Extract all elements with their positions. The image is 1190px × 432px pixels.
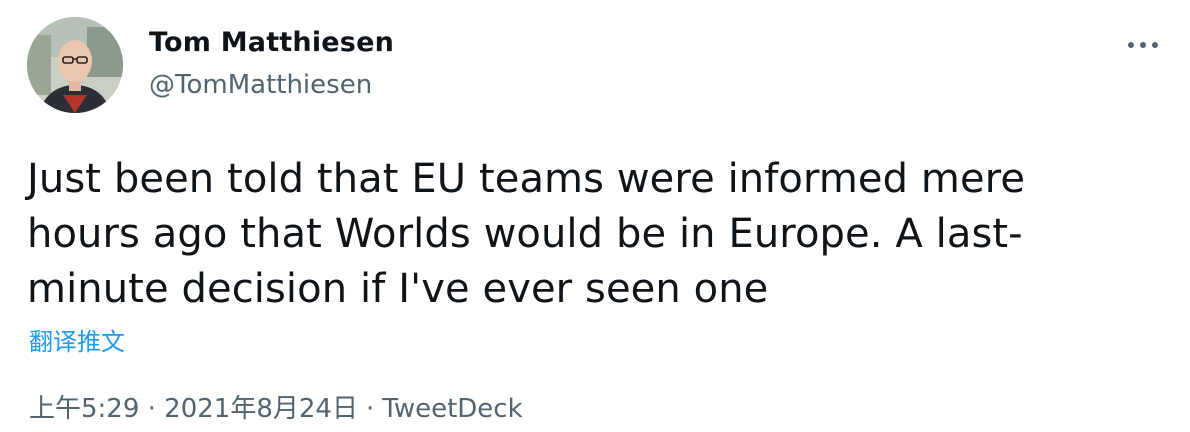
- more-options-button[interactable]: [1122, 30, 1164, 60]
- tweet-card: Tom Matthiesen @TomMatthiesen Just been …: [0, 0, 1190, 432]
- tweet-metadata: 上午5:29 · 2021年8月24日 · TweetDeck: [29, 388, 523, 425]
- avatar-image: [27, 17, 123, 113]
- tweet-timestamp[interactable]: 上午5:29 · 2021年8月24日: [29, 394, 358, 424]
- avatar[interactable]: [27, 17, 123, 113]
- translate-tweet-link[interactable]: 翻译推文: [29, 322, 125, 357]
- tweet-source-link[interactable]: TweetDeck: [382, 394, 522, 424]
- meta-separator: ·: [365, 394, 375, 424]
- author-display-name[interactable]: Tom Matthiesen: [149, 27, 394, 58]
- more-horizontal-icon: [1128, 42, 1158, 48]
- tweet-text: Just been told that EU teams were inform…: [27, 156, 1026, 312]
- author-handle[interactable]: @TomMatthiesen: [149, 70, 372, 100]
